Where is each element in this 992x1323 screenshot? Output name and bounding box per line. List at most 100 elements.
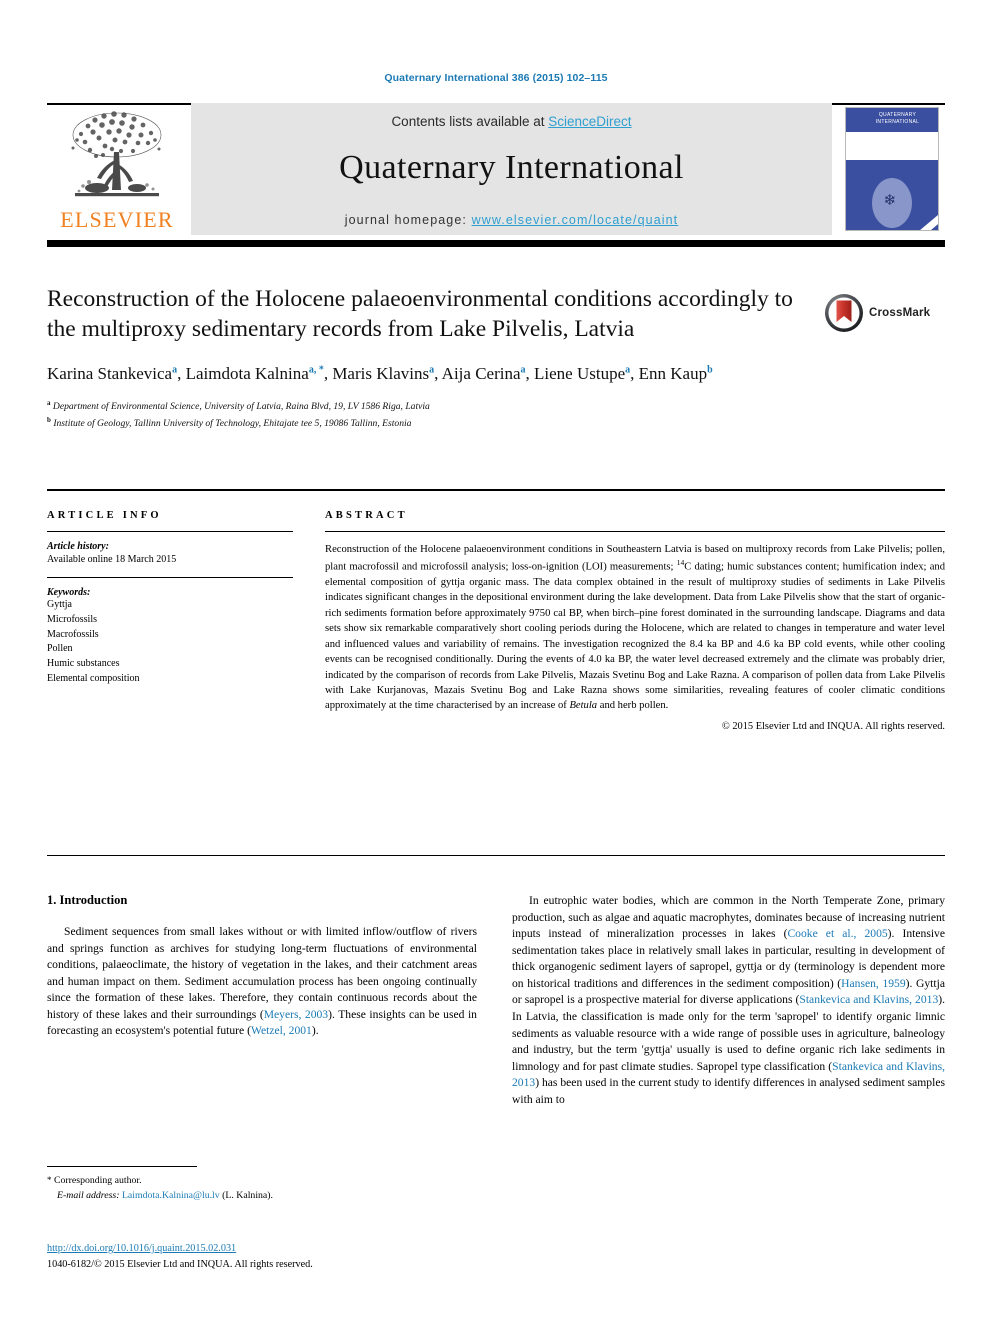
author-entry: Laimdota Kalninaa, *: [186, 364, 324, 383]
cover-body: ❄: [845, 160, 938, 230]
abstract-text: Reconstruction of the Holocene palaeoenv…: [325, 542, 945, 714]
citation-link[interactable]: Wetzel, 2001: [251, 1024, 312, 1037]
journal-title: Quaternary International: [339, 149, 684, 186]
body-left-column: 1. Introduction Sediment sequences from …: [47, 893, 477, 1046]
contents-list-line: Contents lists available at ScienceDirec…: [391, 114, 631, 129]
journal-homepage-line: journal homepage: www.elsevier.com/locat…: [345, 213, 679, 227]
email-owner: (L. Kalnina).: [222, 1189, 273, 1201]
abstract-column: ABSTRACT Reconstruction of the Holocene …: [325, 510, 945, 732]
article-info-heading: ARTICLE INFO: [47, 510, 162, 521]
affiliation-text: Institute of Geology, Tallinn University…: [53, 418, 412, 430]
doi-link[interactable]: http://dx.doi.org/10.1016/j.quaint.2015.…: [47, 1241, 607, 1256]
snowflake-icon: ❄: [883, 193, 897, 209]
author-name: Aija Cerina: [441, 364, 521, 384]
corresponding-author-line: * Corresponding author.: [47, 1174, 477, 1189]
body-section-rule: [47, 855, 945, 856]
affiliation-item: b Institute of Geology, Tallinn Universi…: [47, 415, 807, 432]
abstract-part-2: dating; humic substances content; humifi…: [325, 561, 945, 712]
article-history-value: Available online 18 March 2015: [47, 554, 177, 565]
keyword-item: Microfossils: [47, 613, 97, 625]
keyword-item: Elemental composition: [47, 672, 140, 684]
cover-white-band: [845, 132, 938, 160]
body-text: Sediment sequences from small lakes with…: [47, 925, 477, 1021]
homepage-prefix: journal homepage:: [344, 213, 472, 227]
author-affiliation-mark: a: [625, 364, 631, 376]
journal-band: Contents lists available at ScienceDirec…: [191, 103, 832, 235]
abstract-copyright: © 2015 Elsevier Ltd and INQUA. All right…: [721, 720, 945, 732]
info-divider: [47, 531, 293, 532]
masthead-bottom-rule: [47, 240, 945, 247]
title-block: Reconstruction of the Holocene palaeoenv…: [47, 284, 807, 432]
author-name: Enn Kaup: [638, 364, 708, 384]
citation-link[interactable]: Meyers, 2003: [264, 1008, 328, 1021]
running-head: Quaternary International 386 (2015) 102–…: [384, 72, 608, 84]
email-label: E-mail address:: [57, 1189, 120, 1201]
author-entry: Liene Ustupea: [534, 364, 630, 383]
elsevier-tree-icon: [71, 111, 162, 197]
keywords-divider: [47, 577, 293, 578]
crossmark-label: CrossMark: [869, 307, 931, 319]
body-text: ) has been used in the current study to …: [512, 1076, 945, 1106]
abstract-heading: ABSTRACT: [325, 510, 408, 521]
journal-cover-thumbnail[interactable]: QUATERNARY INTERNATIONAL ❄: [838, 103, 945, 235]
page-title: Reconstruction of the Holocene palaeoenv…: [47, 286, 793, 343]
sciencedirect-link[interactable]: ScienceDirect: [548, 114, 631, 129]
cover-title-text: QUATERNARY INTERNATIONAL: [875, 112, 920, 125]
body-paragraph: Sediment sequences from small lakes with…: [47, 924, 477, 1040]
citation-link[interactable]: Stankevica and Klavins, 2013: [799, 993, 938, 1006]
keyword-item: Humic substances: [47, 658, 120, 670]
author-affiliation-mark: a: [429, 364, 435, 376]
cover-art: QUATERNARY INTERNATIONAL ❄: [844, 107, 939, 231]
author-affiliation-mark: b: [707, 364, 713, 376]
section-heading-introduction: 1. Introduction: [47, 893, 128, 907]
author-entry: Aija Cerinaa: [442, 364, 526, 383]
author-name: Maris Klavins: [332, 364, 430, 384]
keywords-list: Gyttja Microfossils Macrofossils Pollen …: [47, 598, 293, 687]
body-paragraph: In eutrophic water bodies, which are com…: [512, 893, 945, 1109]
issn-copyright-line: 1040-6182/© 2015 Elsevier Ltd and INQUA.…: [47, 1259, 313, 1271]
keyword-item: Gyttja: [47, 599, 72, 610]
corresponding-author-text: Corresponding author.: [51, 1175, 142, 1186]
author-affiliation-mark: a: [172, 364, 178, 376]
corresponding-author-footnote: * Corresponding author. E-mail address: …: [47, 1174, 477, 1203]
author-name: Karina Stankevica: [47, 364, 173, 384]
author-name: Laimdota Kalnina: [185, 364, 309, 384]
journal-homepage-link[interactable]: www.elsevier.com/locate/quaint: [472, 213, 679, 227]
crossmark-badge[interactable]: CrossMark: [824, 290, 946, 336]
crossmark-icon: [825, 294, 863, 332]
keyword-item: Macrofossils: [47, 628, 99, 640]
body-right-column: In eutrophic water bodies, which are com…: [512, 893, 945, 1115]
article-info-column: ARTICLE INFO Article history: Available …: [47, 510, 293, 687]
author-list: Karina Stankevicaa, Laimdota Kalninaa, *…: [47, 364, 713, 384]
footnote-rule: [47, 1166, 197, 1167]
affiliation-mark: b: [47, 415, 51, 424]
affiliation-list: a Department of Environmental Science, U…: [47, 398, 807, 432]
keyword-item: Pollen: [47, 643, 73, 655]
abstract-italic-term: Betula: [569, 700, 598, 712]
journal-masthead: ELSEVIER Contents lists available at Sci…: [47, 103, 945, 235]
page-footer: http://dx.doi.org/10.1016/j.quaint.2015.…: [47, 1241, 607, 1273]
body-text: ).: [311, 1024, 319, 1038]
author-affiliation-mark: a, *: [308, 364, 324, 376]
keywords-label: Keywords:: [47, 587, 91, 598]
affiliation-item: a Department of Environmental Science, U…: [47, 398, 807, 415]
author-entry: Maris Klavinsa: [332, 364, 434, 383]
author-entry: Karina Stankevicaa: [47, 364, 177, 383]
email-line: E-mail address: Laimdota.Kalnina@lu.lv (…: [47, 1189, 477, 1204]
abstract-divider: [325, 531, 945, 533]
citation-link[interactable]: Hansen, 1959: [841, 977, 905, 990]
author-entry: Enn Kaupb: [639, 364, 713, 383]
contents-prefix: Contents lists available at: [391, 114, 549, 129]
citation-link[interactable]: Cooke et al., 2005: [787, 927, 887, 940]
author-affiliation-mark: a: [520, 364, 526, 376]
article-history-label: Article history:: [47, 541, 109, 552]
elsevier-logo: ELSEVIER: [47, 103, 187, 235]
author-name: Liene Ustupe: [534, 364, 626, 384]
info-section-rule: [47, 489, 945, 491]
affiliation-text: Department of Environmental Science, Uni…: [52, 400, 430, 412]
affiliation-mark: a: [47, 398, 51, 407]
abstract-part-3: and herb pollen.: [597, 700, 669, 712]
article-first-page: Quaternary International 386 (2015) 102–…: [0, 0, 992, 1323]
author-email-link[interactable]: Laimdota.Kalnina@lu.lv: [122, 1190, 220, 1201]
elsevier-wordmark: ELSEVIER: [60, 207, 174, 232]
